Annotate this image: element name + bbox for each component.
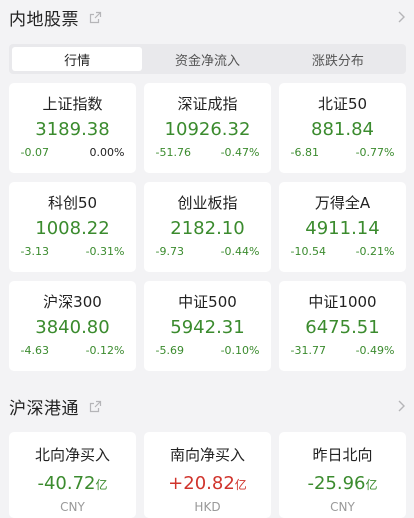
index-change: -10.54 bbox=[290, 245, 326, 258]
flow-label: 南向净买入 bbox=[169, 446, 245, 464]
index-pct: -0.47% bbox=[220, 146, 260, 159]
index-pct: -0.31% bbox=[85, 245, 125, 258]
index-value: 881.84 bbox=[311, 119, 374, 140]
flow-card-southbound[interactable]: 南向净买入 +20.82亿 HKD bbox=[144, 432, 271, 518]
index-name: 深证成指 bbox=[177, 95, 238, 113]
index-pct: -0.77% bbox=[355, 146, 395, 159]
index-name: 创业板指 bbox=[177, 194, 238, 212]
index-card[interactable]: 深证成指 10926.32 -51.76 -0.47% bbox=[144, 83, 271, 173]
index-name: 上证指数 bbox=[42, 95, 103, 113]
index-change: -51.76 bbox=[155, 146, 191, 159]
tab-bar: 行情 资金净流入 涨跌分布 bbox=[9, 44, 406, 74]
index-name: 中证1000 bbox=[308, 293, 377, 311]
flow-label: 昨日北向 bbox=[312, 446, 373, 464]
tab-distribution[interactable]: 涨跌分布 bbox=[273, 47, 403, 71]
connect-flow-grid: 北向净买入 -40.72亿 CNY 南向净买入 +20.82亿 HKD 昨日北向… bbox=[9, 432, 406, 518]
index-card[interactable]: 科创50 1008.22 -3.13 -0.31% bbox=[9, 182, 136, 272]
index-name: 沪深300 bbox=[43, 293, 102, 311]
index-name: 科创50 bbox=[47, 194, 98, 212]
index-change: -4.63 bbox=[20, 344, 49, 357]
index-pct: -0.12% bbox=[85, 344, 125, 357]
flow-value: -25.96亿 bbox=[307, 473, 378, 494]
index-card[interactable]: 万得全A 4911.14 -10.54 -0.21% bbox=[279, 182, 406, 272]
flow-card-yesterday-northbound[interactable]: 昨日北向 -25.96亿 CNY bbox=[279, 432, 406, 518]
index-change: -3.13 bbox=[20, 245, 49, 258]
index-card[interactable]: 创业板指 2182.10 -9.73 -0.44% bbox=[144, 182, 271, 272]
section-header-mainland-stocks[interactable]: 内地股票 bbox=[0, 0, 414, 34]
index-card[interactable]: 上证指数 3189.38 -0.07 0.00% bbox=[9, 83, 136, 173]
index-value: 1008.22 bbox=[35, 218, 110, 239]
index-card[interactable]: 北证50 881.84 -6.81 -0.77% bbox=[279, 83, 406, 173]
index-change: -0.07 bbox=[20, 146, 49, 159]
index-value: 6475.51 bbox=[305, 317, 380, 338]
flow-currency: CNY bbox=[60, 500, 85, 514]
external-link-icon[interactable] bbox=[89, 400, 102, 413]
index-name: 北证50 bbox=[317, 95, 368, 113]
index-value: 2182.10 bbox=[170, 218, 245, 239]
index-value: 10926.32 bbox=[164, 119, 251, 140]
index-value: 5942.31 bbox=[170, 317, 245, 338]
index-value: 3189.38 bbox=[35, 119, 110, 140]
index-value: 3840.80 bbox=[35, 317, 110, 338]
section-header-connect[interactable]: 沪深港通 bbox=[0, 389, 414, 423]
tab-net-inflow[interactable]: 资金净流入 bbox=[142, 47, 272, 71]
index-grid: 上证指数 3189.38 -0.07 0.00% 深证成指 10926.32 -5… bbox=[9, 83, 406, 371]
index-pct: -0.49% bbox=[355, 344, 395, 357]
index-name: 中证500 bbox=[178, 293, 237, 311]
index-card[interactable]: 中证500 5942.31 -5.69 -0.10% bbox=[144, 281, 271, 371]
chevron-right-icon[interactable] bbox=[396, 399, 406, 413]
index-change: -6.81 bbox=[290, 146, 319, 159]
flow-currency: HKD bbox=[194, 500, 221, 514]
index-pct: -0.44% bbox=[220, 245, 260, 258]
index-pct: -0.21% bbox=[355, 245, 395, 258]
chevron-right-icon[interactable] bbox=[396, 10, 406, 24]
index-change: -9.73 bbox=[155, 245, 184, 258]
index-pct: -0.10% bbox=[220, 344, 260, 357]
index-change: -5.69 bbox=[155, 344, 184, 357]
index-card[interactable]: 中证1000 6475.51 -31.77 -0.49% bbox=[279, 281, 406, 371]
external-link-icon[interactable] bbox=[89, 11, 102, 24]
tab-quotes[interactable]: 行情 bbox=[12, 47, 143, 71]
index-name: 万得全A bbox=[314, 194, 371, 212]
index-card[interactable]: 沪深300 3840.80 -4.63 -0.12% bbox=[9, 281, 136, 371]
flow-value: -40.72亿 bbox=[37, 473, 108, 494]
index-pct: 0.00% bbox=[89, 146, 125, 159]
flow-label: 北向净买入 bbox=[34, 446, 110, 464]
section-title: 沪深港通 bbox=[9, 398, 79, 419]
index-value: 4911.14 bbox=[305, 218, 380, 239]
index-change: -31.77 bbox=[290, 344, 326, 357]
flow-value: +20.82亿 bbox=[168, 473, 247, 494]
flow-card-northbound[interactable]: 北向净买入 -40.72亿 CNY bbox=[9, 432, 136, 518]
flow-currency: CNY bbox=[330, 500, 355, 514]
section-title: 内地股票 bbox=[9, 9, 79, 30]
